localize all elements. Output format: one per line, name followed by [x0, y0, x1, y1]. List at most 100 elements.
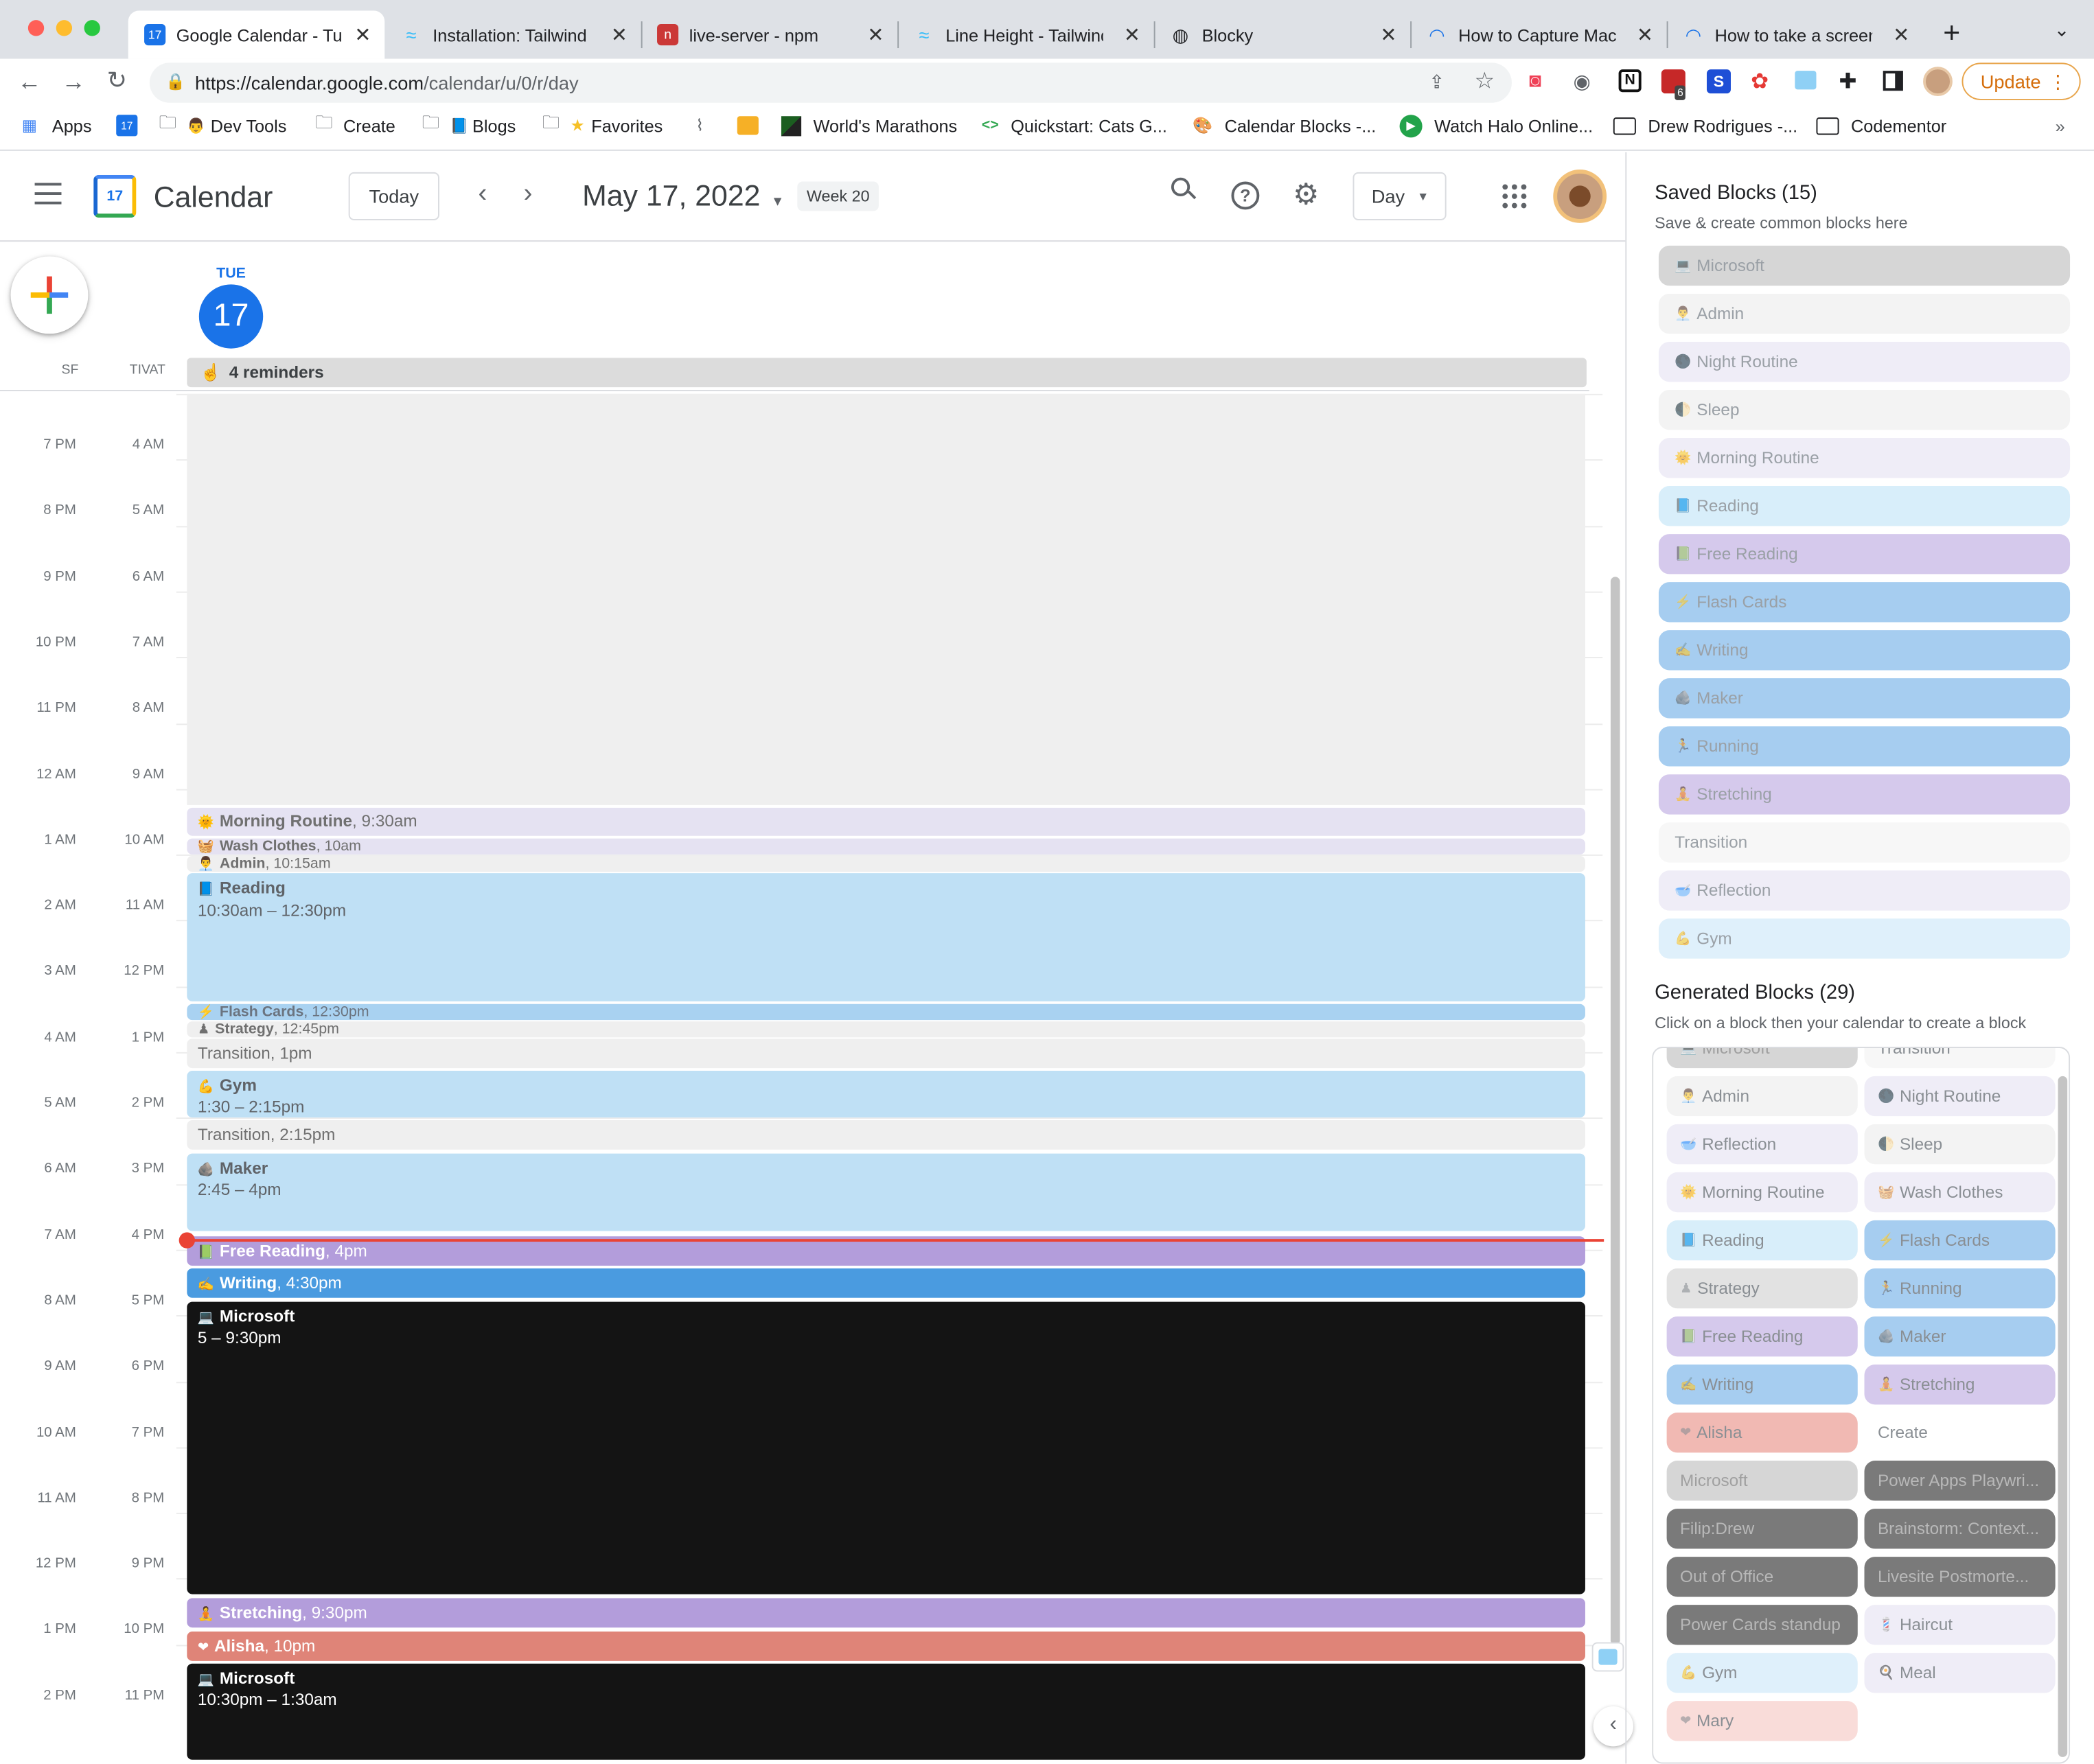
close-tab-icon[interactable]: ✕ [1893, 23, 1909, 47]
tab-tailwind-installation[interactable]: ≈ Installation: Tailwind C ✕ [384, 11, 641, 59]
close-tab-icon[interactable]: ✕ [1637, 23, 1653, 47]
bookmark-calendar-blocks[interactable]: 🎨 Calendar Blocks -... [1193, 111, 1376, 140]
tab-search-chevron-icon[interactable]: ⌄ [2054, 19, 2070, 41]
saved-block[interactable]: 🌓 Sleep [1658, 389, 2071, 430]
saved-block[interactable]: 💻 Microsoft [1658, 245, 2071, 286]
event-reading[interactable]: 📘 Reading 10:30am – 12:30pm [187, 873, 1585, 1001]
generated-block[interactable]: Power Apps Playwri... [1864, 1461, 2056, 1501]
event-admin[interactable]: 👨‍💼 Admin, 10:15am [187, 855, 1585, 872]
pocket-icon[interactable]: ◙ [1529, 69, 1541, 92]
close-tab-icon[interactable]: ✕ [867, 23, 884, 47]
saved-block[interactable]: 🌞 Morning Routine [1658, 438, 2071, 478]
notion-icon[interactable]: N [1618, 69, 1642, 93]
event-maker[interactable]: 🪨 Maker 2:45 – 4pm [187, 1153, 1585, 1231]
camera-icon[interactable]: ◉ [1573, 69, 1590, 93]
saved-block[interactable]: 🧘 Stretching [1658, 774, 2071, 815]
saved-block[interactable]: ⚡ Flash Cards [1658, 582, 2071, 623]
bookmark-dev-tools[interactable]: 🗀 👨 Dev Tools [159, 111, 286, 140]
close-tab-icon[interactable]: ✕ [354, 23, 371, 47]
generated-block[interactable]: Microsoft [1666, 1461, 1858, 1501]
address-bar[interactable]: 🔒 https://calendar.google.com/calendar/u… [149, 62, 1512, 103]
search-icon[interactable] [1171, 177, 1198, 205]
generated-block[interactable]: 🪨 Maker [1864, 1316, 2056, 1357]
bookmark-apps[interactable]: ▦ Apps [20, 111, 92, 140]
more-bookmarks-button[interactable]: » [2056, 111, 2065, 140]
bookmark-quickstart-cats[interactable]: <> Quickstart: Cats G... [982, 111, 1167, 140]
generated-block[interactable]: ❤ Mary [1666, 1701, 1858, 1741]
generated-block[interactable]: Filip:Drew [1666, 1509, 1858, 1549]
reload-icon[interactable]: ↻ [107, 67, 127, 95]
tab-take-screenshot[interactable]: ◠ How to take a screens ✕ [1667, 11, 1923, 59]
bookmark-blogs[interactable]: 🗀 📘 Blogs [422, 111, 516, 140]
close-tab-icon[interactable]: ✕ [1380, 23, 1396, 47]
saved-block[interactable]: 🌑 Night Routine [1658, 341, 2071, 382]
event-gym[interactable]: 💪 Gym 1:30 – 2:15pm [187, 1071, 1585, 1118]
generated-block[interactable]: ❤ Alisha [1666, 1413, 1858, 1453]
day-number[interactable]: 17 [198, 284, 264, 349]
event-writing[interactable]: ✍ Writing, 4:30pm [187, 1268, 1585, 1298]
maximize-window-button[interactable] [84, 20, 100, 36]
event-transition-215pm[interactable]: Transition, 2:15pm [187, 1120, 1585, 1150]
saved-block[interactable]: 🏃 Running [1658, 726, 2071, 767]
event-transition-1pm[interactable]: Transition, 1pm [187, 1038, 1585, 1069]
generated-block[interactable]: 📘 Reading [1666, 1220, 1858, 1261]
update-button[interactable]: Update ⋮ [1961, 62, 2081, 100]
saved-block[interactable]: ✍ Writing [1658, 630, 2071, 671]
bookmark-favorites[interactable]: 🗀 ★ Favorites [542, 111, 663, 140]
generated-block[interactable]: ✍ Writing [1666, 1364, 1858, 1405]
event-wash-clothes[interactable]: 🧺 Wash Clothes, 10am [187, 838, 1585, 855]
blocky-extension-icon[interactable] [1795, 71, 1817, 90]
bookmark-calendar[interactable]: 17 [116, 111, 138, 140]
event-flash-cards[interactable]: ⚡ Flash Cards, 12:30pm [187, 1003, 1585, 1021]
generated-block[interactable]: 🌞 Morning Routine [1666, 1172, 1858, 1213]
tab-capture-mac[interactable]: ◠ How to Capture Mac V ✕ [1410, 11, 1666, 59]
puzzle-icon[interactable]: ✚ [1839, 68, 1857, 95]
generated-block[interactable]: Brainstorm: Context... [1864, 1509, 2056, 1549]
event-microsoft-night[interactable]: 💻 Microsoft 10:30pm – 1:30am [187, 1663, 1585, 1760]
generated-block[interactable]: Power Cards standup [1666, 1605, 1858, 1645]
calendar-scrollbar[interactable] [1610, 577, 1620, 1645]
minimize-window-button[interactable] [56, 20, 73, 36]
bookmark-watch-halo[interactable]: ▶ Watch Halo Online... [1399, 111, 1593, 140]
close-tab-icon[interactable]: ✕ [1124, 23, 1140, 47]
generated-block[interactable]: 💪 Gym [1666, 1653, 1858, 1693]
saved-block[interactable]: 👨‍💼 Admin [1658, 293, 2071, 334]
event-alisha[interactable]: ❤ Alisha, 10pm [187, 1632, 1585, 1661]
generated-block[interactable]: 🌓 Sleep [1864, 1124, 2056, 1165]
settings-gear-icon[interactable]: ⚙ [1293, 178, 1319, 213]
tab-live-server[interactable]: n live-server - npm ✕ [641, 11, 897, 59]
generated-block[interactable]: 🏃 Running [1864, 1268, 2056, 1309]
bookmark-worlds-marathons[interactable]: World's Marathons [781, 111, 957, 140]
back-arrow-icon[interactable]: ← [17, 68, 41, 96]
reminders-chip[interactable]: ☝ 4 reminders [187, 358, 1587, 388]
generated-blocks-scrollbar[interactable] [2058, 1076, 2068, 1757]
google-apps-icon[interactable] [1502, 184, 1527, 209]
bookmark-create[interactable]: 🗀 Create [315, 111, 395, 140]
event-strategy[interactable]: ♟ Strategy, 12:45pm [187, 1021, 1585, 1038]
generated-block[interactable]: Create [1864, 1413, 2056, 1453]
new-tab-icon[interactable]: + [1943, 16, 1960, 51]
generated-block[interactable]: Out of Office [1666, 1557, 1858, 1597]
bookmark-paperclip[interactable]: ⌇ [695, 111, 703, 140]
forward-arrow-icon[interactable]: → [61, 68, 85, 96]
profile-avatar[interactable] [1923, 67, 1953, 97]
today-button[interactable]: Today [348, 172, 439, 220]
generated-block[interactable]: 🌑 Night Routine [1864, 1076, 2056, 1117]
tab-line-height[interactable]: ≈ Line Height - Tailwind ✕ [897, 11, 1153, 59]
bookmark-drew-rodrigues[interactable]: Drew Rodrigues -... [1613, 111, 1797, 140]
view-selector[interactable]: Day ▼ [1353, 172, 1447, 220]
sleep-block[interactable] [187, 393, 1585, 805]
generated-block[interactable]: ⚡ Flash Cards [1864, 1220, 2056, 1261]
share-icon[interactable]: ⇪ [1429, 71, 1445, 93]
color-wheel-icon[interactable]: ✿ [1751, 68, 1769, 95]
saved-block[interactable]: 🪨 Maker [1658, 678, 2071, 719]
generated-block[interactable]: 💈 Haircut [1864, 1605, 2056, 1645]
saved-block[interactable]: 📗 Free Reading [1658, 534, 2071, 575]
saved-block[interactable]: 💪 Gym [1658, 918, 2071, 959]
saved-block[interactable]: 🥣 Reflection [1658, 870, 2071, 911]
close-tab-icon[interactable]: ✕ [611, 23, 628, 47]
bookmark-star-icon[interactable]: ☆ [1475, 68, 1495, 95]
bookmark-amp[interactable] [737, 111, 759, 140]
generated-block[interactable]: Transition [1864, 1047, 2056, 1069]
previous-day-icon[interactable]: ‹ [478, 179, 487, 210]
